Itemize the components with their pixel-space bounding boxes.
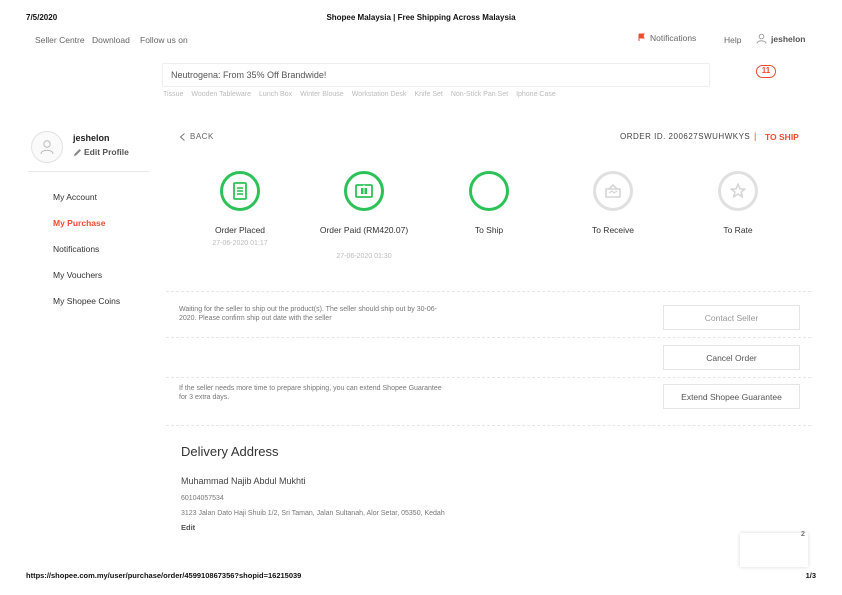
step-to-receive-label: To Receive: [591, 225, 635, 235]
user-icon: [40, 140, 54, 155]
step-to-ship-circle: [469, 171, 509, 211]
address-line: 3123 Jalan Dato Haji Shuib 1/2, Sri Tama…: [181, 510, 445, 517]
print-url: https://shopee.com.my/user/purchase/orde…: [26, 571, 302, 580]
chat-widget[interactable]: [740, 533, 808, 567]
back-label: BACK: [190, 132, 214, 141]
chevron-left-icon: [179, 132, 185, 141]
payment-icon: [355, 184, 373, 198]
sidebar-item-my-vouchers[interactable]: My Vouchers: [53, 270, 102, 280]
edit-profile-label: Edit Profile: [84, 147, 129, 157]
seller-centre-link[interactable]: Seller Centre: [35, 35, 85, 45]
download-link[interactable]: Download: [92, 35, 130, 45]
avatar[interactable]: [31, 131, 63, 163]
section-divider: [166, 337, 811, 338]
notifications-link[interactable]: Notifications: [637, 33, 696, 43]
recipient-name: Muhammad Najib Abdul Mukhti: [181, 476, 306, 486]
step-order-paid-circle: [344, 171, 384, 211]
cart-count-badge[interactable]: 11: [756, 65, 776, 78]
waiting-notice: Waiting for the seller to ship out the p…: [179, 306, 437, 322]
order-status: TO SHIP: [765, 132, 799, 142]
print-title: Shopee Malaysia | Free Shipping Across M…: [326, 13, 516, 22]
sidebar-item-my-account[interactable]: My Account: [53, 192, 97, 202]
sidebar-username: jeshelon: [73, 133, 110, 143]
step-order-placed-time: 27-06-2020 01:17: [212, 240, 268, 247]
chat-widget-count: 2: [801, 531, 805, 538]
order-separator: |: [754, 131, 757, 141]
step-order-placed-circle: [220, 171, 260, 211]
section-divider: [166, 291, 811, 292]
recipient-phone: 60104057534: [181, 495, 224, 502]
help-link[interactable]: Help: [724, 35, 741, 45]
order-id: ORDER ID. 200627SWUHWKYS: [620, 132, 751, 141]
sidebar-divider: [28, 171, 149, 172]
star-icon: [730, 183, 746, 198]
step-order-paid-time: 27-06-2020 01:30: [336, 253, 392, 260]
search-input[interactable]: Neutrogena: From 35% Off Brandwide!: [162, 63, 710, 87]
step-to-receive-circle: [593, 171, 633, 211]
section-divider: [166, 377, 811, 378]
step-to-rate-label: To Rate: [723, 225, 753, 235]
pencil-icon: [74, 148, 81, 156]
step-to-rate-circle: [718, 171, 758, 211]
keyword-link[interactable]: Winter Blouse: [300, 91, 344, 98]
sidebar-item-notifications[interactable]: Notifications: [53, 244, 99, 254]
sidebar-item-my-shopee-coins[interactable]: My Shopee Coins: [53, 296, 120, 306]
keyword-link[interactable]: Tissue: [163, 91, 183, 98]
keyword-link[interactable]: Wooden Tableware: [191, 91, 251, 98]
box-icon: [605, 183, 621, 198]
user-name: jeshelon: [771, 33, 806, 44]
step-order-paid-label: Order Paid (RM420.07): [319, 225, 409, 235]
user-icon: [756, 33, 767, 44]
edit-address-link[interactable]: Edit: [181, 523, 195, 532]
back-button[interactable]: BACK: [179, 132, 214, 141]
sidebar-item-my-purchase[interactable]: My Purchase: [53, 218, 105, 228]
hot-keywords: Tissue Wooden Tableware Lunch Box Winter…: [163, 91, 556, 98]
notifications-label: Notifications: [650, 33, 697, 43]
step-order-placed-label: Order Placed: [214, 225, 266, 235]
receipt-icon: [233, 182, 247, 200]
contact-seller-button[interactable]: Contact Seller: [663, 305, 800, 330]
keyword-link[interactable]: Lunch Box: [259, 91, 292, 98]
section-divider: [166, 425, 811, 426]
print-page-number: 1/3: [805, 571, 816, 580]
delivery-address-title: Delivery Address: [181, 444, 279, 459]
cancel-order-button[interactable]: Cancel Order: [663, 345, 800, 370]
step-to-ship-label: To Ship: [474, 225, 504, 235]
keyword-link[interactable]: Workstation Desk: [352, 91, 407, 98]
keyword-link[interactable]: Knife Set: [414, 91, 442, 98]
keyword-link[interactable]: Non-Stick Pan Set: [451, 91, 508, 98]
extend-guarantee-notice: If the seller needs more time to prepare…: [179, 385, 442, 401]
extend-guarantee-button[interactable]: Extend Shopee Guarantee: [663, 384, 800, 409]
follow-us-link[interactable]: Follow us on: [140, 35, 188, 45]
edit-profile-link[interactable]: Edit Profile: [73, 147, 129, 157]
keyword-link[interactable]: Iphone Case: [516, 91, 556, 98]
bell-icon: [638, 33, 645, 41]
user-menu[interactable]: jeshelon: [756, 33, 805, 44]
